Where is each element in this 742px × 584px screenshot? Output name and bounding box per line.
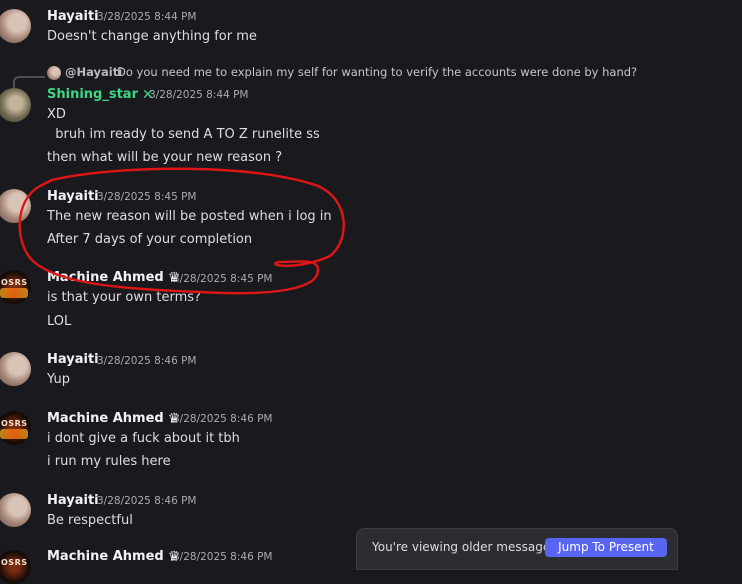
reply-avatar[interactable] bbox=[47, 66, 61, 80]
avatar[interactable] bbox=[0, 493, 31, 527]
author-name[interactable]: Hayaiti bbox=[47, 493, 99, 508]
author-name[interactable]: Machine Ahmed ♛ bbox=[47, 270, 180, 286]
message-timestamp: 3/28/2025 8:46 PM bbox=[173, 413, 273, 425]
message-text: is that your own terms? bbox=[47, 290, 201, 305]
message-text: Yup bbox=[47, 372, 70, 387]
message-timestamp: 3/28/2025 8:44 PM bbox=[97, 11, 197, 23]
author-name[interactable]: Hayaiti bbox=[47, 352, 99, 367]
avatar-logo-text: OSRS bbox=[1, 278, 28, 287]
avatar-logo-text: OSRS bbox=[1, 558, 28, 567]
message-timestamp: 3/28/2025 8:45 PM bbox=[173, 273, 273, 285]
message-timestamp: 3/28/2025 8:45 PM bbox=[97, 191, 197, 203]
message-text: XD bbox=[47, 107, 66, 122]
banner-text: You're viewing older messages bbox=[372, 540, 557, 554]
author-name[interactable]: Machine Ahmed ♛ bbox=[47, 411, 180, 427]
author-name[interactable]: Shining_star ✕ bbox=[47, 87, 154, 103]
reply-preview[interactable]: Do you need me to explain my self for wa… bbox=[117, 65, 637, 79]
message-text: bruh im ready to send A TO Z runelite ss bbox=[47, 127, 320, 142]
author-name[interactable]: Machine Ahmed ♛ bbox=[47, 549, 180, 565]
message-timestamp: 3/28/2025 8:46 PM bbox=[173, 551, 273, 563]
avatar-flame bbox=[0, 429, 28, 439]
message-text: After 7 days of your completion bbox=[47, 232, 253, 247]
avatar[interactable]: OSRS bbox=[0, 550, 31, 584]
avatar[interactable] bbox=[0, 352, 31, 386]
reply-connector bbox=[13, 76, 45, 88]
avatar-flame bbox=[0, 288, 28, 298]
message-text: Doesn't change anything for me bbox=[47, 29, 257, 44]
older-messages-banner: You're viewing older messages Jump To Pr… bbox=[356, 528, 678, 570]
message-text: i run my rules here bbox=[47, 454, 171, 469]
avatar[interactable] bbox=[0, 189, 31, 223]
reply-author[interactable]: @Hayaiti bbox=[65, 65, 122, 79]
avatar-logo-text: OSRS bbox=[1, 419, 28, 428]
message-text: The new reason will be posted when i log… bbox=[47, 209, 332, 224]
message-timestamp: 3/28/2025 8:46 PM bbox=[97, 355, 197, 367]
jump-to-present-button[interactable]: Jump To Present bbox=[545, 538, 667, 557]
avatar[interactable]: OSRS bbox=[0, 411, 31, 445]
message-timestamp: 3/28/2025 8:46 PM bbox=[97, 495, 197, 507]
avatar[interactable]: OSRS bbox=[0, 270, 31, 304]
author-name[interactable]: Hayaiti bbox=[47, 9, 99, 24]
avatar[interactable] bbox=[0, 88, 31, 122]
message-text: Be respectful bbox=[47, 513, 133, 528]
avatar[interactable] bbox=[0, 9, 31, 43]
message-text: then what will be your new reason ? bbox=[47, 150, 283, 165]
message-text: i dont give a fuck about it tbh bbox=[47, 431, 240, 446]
message-timestamp: 3/28/2025 8:44 PM bbox=[149, 89, 249, 101]
message-text: LOL bbox=[47, 314, 72, 329]
author-name[interactable]: Hayaiti bbox=[47, 189, 99, 204]
